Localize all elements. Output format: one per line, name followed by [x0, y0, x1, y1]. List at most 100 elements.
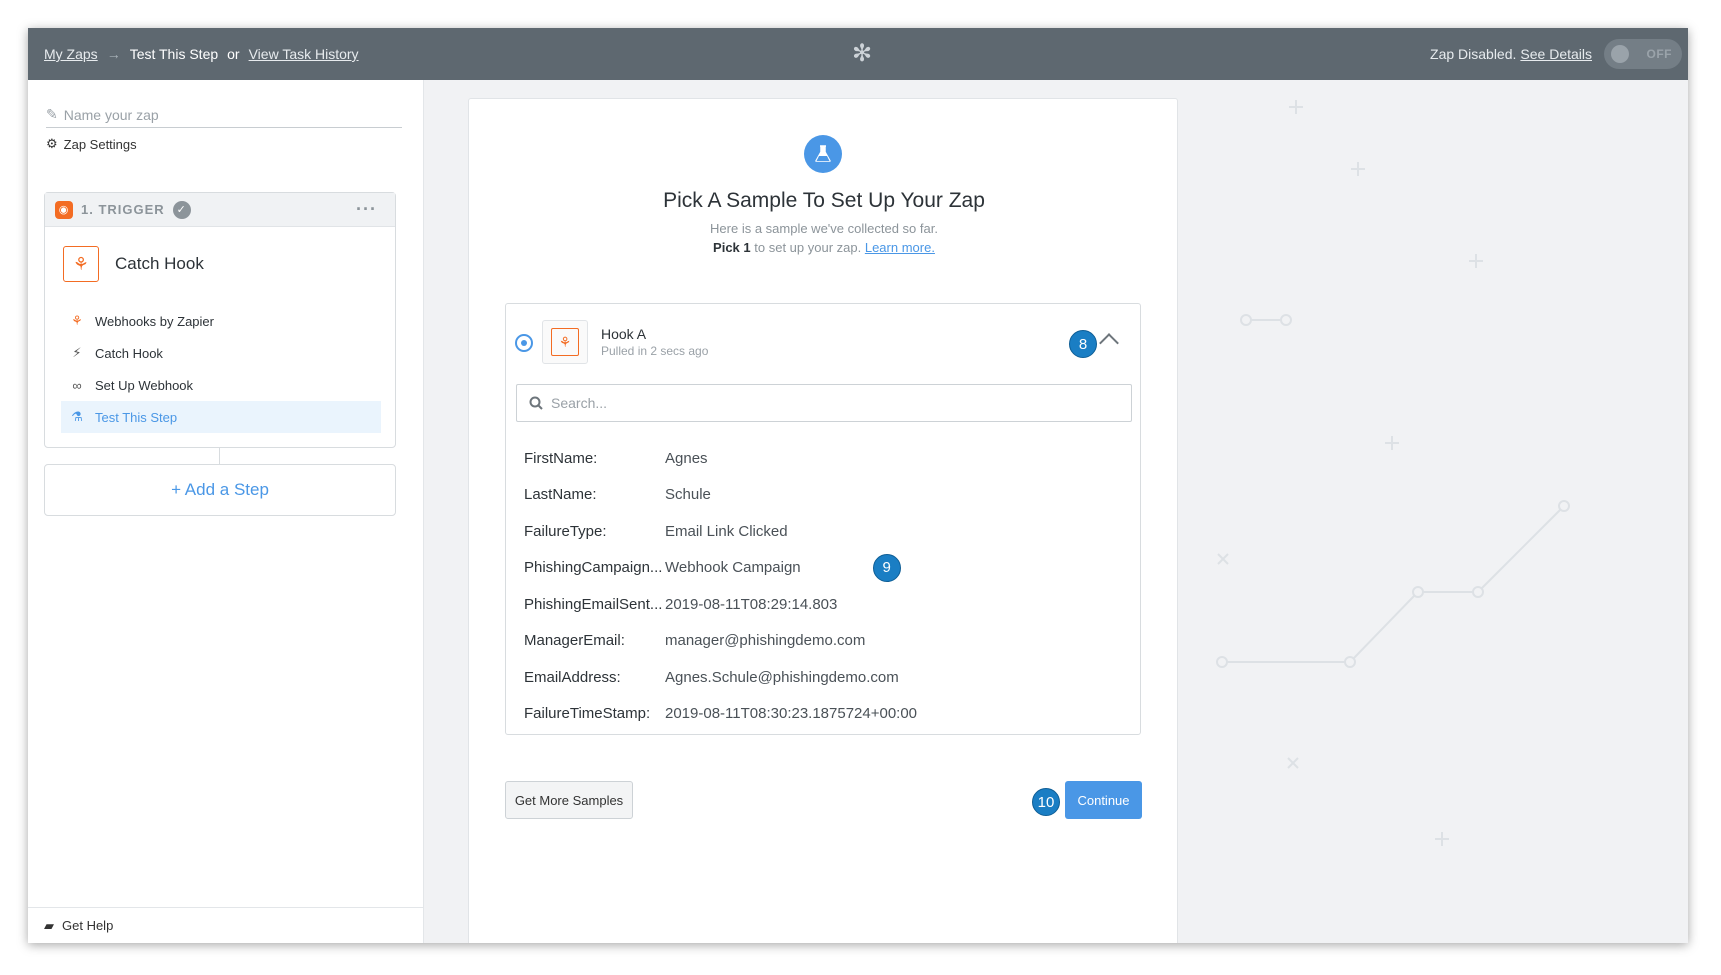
- get-help-button[interactable]: ▰ Get Help: [28, 907, 424, 943]
- field-key: FailureTimeStamp:: [524, 705, 651, 723]
- step-label: Catch Hook: [95, 345, 163, 361]
- field-key: LastName:: [524, 486, 597, 504]
- learn-more-link[interactable]: Learn more.: [865, 240, 935, 255]
- pick-bold: Pick 1: [713, 240, 751, 255]
- toggle-knob: [1611, 45, 1629, 63]
- breadcrumb-arrow: →: [106, 46, 121, 62]
- task-history-link[interactable]: View Task History: [249, 46, 359, 62]
- trigger-step-card: ◉ 1. TRIGGER ✓ ··· ⚘ Catch Hook ⚘ Webhoo…: [44, 192, 396, 448]
- field-row: ManagerEmail: manager@phishingdemo.com: [524, 623, 1124, 660]
- gear-icon: ⚙: [46, 136, 58, 151]
- field-key: ManagerEmail:: [524, 632, 625, 650]
- field-key: EmailAddress:: [524, 668, 621, 686]
- zap-status-text: Zap Disabled.: [1430, 46, 1517, 62]
- step-item-set-up-webhook[interactable]: ∞ Set Up Webhook: [61, 369, 381, 401]
- field-row: LastName: Schule: [524, 477, 1124, 514]
- zap-editor-window: My Zaps → Test This Step or View Task Hi…: [28, 28, 1688, 943]
- top-bar: My Zaps → Test This Step or View Task Hi…: [28, 28, 1688, 80]
- field-key: PhishingCampaign...: [524, 559, 663, 577]
- toggle-label: OFF: [1646, 47, 1672, 61]
- webhook-icon: ⚘: [551, 328, 579, 356]
- continue-button[interactable]: Continue: [1065, 781, 1142, 819]
- step-list: ⚘ Webhooks by Zapier ⚡ Catch Hook ∞ Set …: [61, 305, 381, 433]
- trigger-header[interactable]: ◉ 1. TRIGGER ✓ ···: [45, 193, 395, 227]
- step-connector: [219, 448, 220, 464]
- main-panel: Pick A Sample To Set Up Your Zap Here is…: [424, 80, 1688, 943]
- field-row: EmailAddress: Agnes.Schule@phishingdemo.c…: [524, 659, 1124, 696]
- annotation-badge-10: 10: [1032, 788, 1060, 816]
- see-details-link[interactable]: See Details: [1520, 46, 1592, 62]
- field-row: PhishingEmailSent... 2019-08-11T08:29:14.…: [524, 586, 1124, 623]
- step-label: Set Up Webhook: [95, 377, 194, 393]
- sample-search-input[interactable]: Search...: [516, 384, 1132, 422]
- field-value: manager@phishingdemo.com: [665, 632, 866, 650]
- flask-icon: ⚗: [71, 409, 83, 424]
- webhook-icon: ⚘: [71, 313, 83, 328]
- zap-settings-label: Zap Settings: [63, 136, 137, 152]
- get-more-samples-button[interactable]: Get More Samples: [505, 781, 633, 819]
- field-row: FailureTimeStamp: 2019-08-11T08:30:23.187…: [524, 696, 1124, 733]
- field-value: 2019-08-11T08:30:23.1875724+00:00: [665, 705, 918, 723]
- zap-on-off-toggle[interactable]: OFF: [1604, 39, 1682, 69]
- bolt-icon: ⚡: [72, 345, 82, 360]
- field-key: PhishingEmailSent...: [524, 595, 663, 613]
- pencil-icon: ✎: [46, 106, 58, 122]
- subtitle: Here is a sample we've collected so far.: [710, 221, 938, 236]
- trigger-app[interactable]: ⚘ Catch Hook: [63, 246, 204, 282]
- step-label: Webhooks by Zapier: [95, 313, 214, 329]
- breadcrumb-current: Test This Step: [129, 46, 219, 62]
- field-value: Webhook Campaign: [665, 559, 801, 577]
- radio-dot: [521, 340, 527, 346]
- search-placeholder: Search...: [551, 395, 608, 411]
- sample-pulled-time: Pulled in 2 secs ago: [601, 344, 709, 358]
- breadcrumb: My Zaps → Test This Step or View Task Hi…: [44, 46, 359, 62]
- field-value: Schule: [665, 486, 711, 504]
- sample-radio[interactable]: [515, 334, 533, 352]
- more-options-icon[interactable]: ···: [356, 199, 377, 220]
- annotation-badge-9: 9: [872, 553, 901, 582]
- check-circle-icon: ✓: [172, 200, 191, 219]
- field-row: FirstName: Agnes: [524, 440, 1124, 477]
- my-zaps-link[interactable]: My Zaps: [44, 46, 98, 62]
- webhook-icon: ⚘: [63, 246, 99, 282]
- trigger-icon: ◉: [55, 200, 73, 219]
- sample-picker-card: Pick A Sample To Set Up Your Zap Here is…: [468, 98, 1178, 943]
- field-key: FirstName:: [524, 449, 598, 467]
- pick-rest: to set up your zap.: [754, 240, 862, 255]
- field-value: Agnes: [665, 449, 708, 467]
- zap-name-placeholder: Name your zap: [63, 106, 159, 123]
- field-row: FailureType: Email Link Clicked: [524, 513, 1124, 550]
- background-decoration: [1164, 100, 1570, 846]
- zap-settings-link[interactable]: ⚙ Zap Settings: [46, 136, 137, 152]
- sample-name: Hook A: [601, 326, 647, 342]
- zap-status: Zap Disabled. See Details: [1430, 46, 1592, 62]
- get-help-label: Get Help: [62, 918, 114, 933]
- chat-icon: ▰: [44, 917, 54, 933]
- field-key: FailureType:: [524, 522, 607, 540]
- step-item-test-this-step[interactable]: ⚗ Test This Step: [61, 401, 381, 433]
- field-value: Agnes.Schule@phishingdemo.com: [665, 668, 899, 686]
- zapier-logo-icon[interactable]: ✻: [850, 42, 874, 66]
- add-step-button[interactable]: + Add a Step: [44, 464, 396, 516]
- sample-fields: FirstName: Agnes LastName: Schule FailureT…: [524, 440, 1124, 732]
- page-title: Pick A Sample To Set Up Your Zap: [663, 189, 985, 212]
- field-value: Email Link Clicked: [665, 522, 788, 540]
- field-value: 2019-08-11T08:29:14.803: [665, 595, 838, 613]
- step-item-webhooks[interactable]: ⚘ Webhooks by Zapier: [61, 305, 381, 337]
- step-label: Test This Step: [95, 409, 178, 425]
- trigger-app-name: Catch Hook: [115, 254, 204, 273]
- field-row: PhishingCampaign... Webhook Campaign 9: [524, 550, 1124, 587]
- breadcrumb-or: or: [227, 46, 240, 62]
- step-item-catch-hook[interactable]: ⚡ Catch Hook: [61, 337, 381, 369]
- sidebar: ✎ Name your zap ⚙ Zap Settings ◉ 1. TRIG…: [28, 80, 424, 943]
- hook-app-icon: ⚘: [542, 320, 588, 364]
- link-icon: ∞: [72, 377, 82, 393]
- zap-name-field[interactable]: ✎ Name your zap: [46, 102, 402, 128]
- annotation-badge-8: 8: [1069, 330, 1097, 358]
- trigger-label: 1. TRIGGER: [81, 202, 165, 217]
- flask-icon: [804, 135, 842, 173]
- sample-hook-a: ⚘ Hook A Pulled in 2 secs ago 8 Search..…: [505, 303, 1141, 735]
- chevron-up-icon[interactable]: [1099, 333, 1119, 353]
- pick-instruction: Pick 1 to set up your zap. Learn more.: [469, 240, 1179, 255]
- search-icon: [529, 396, 543, 410]
